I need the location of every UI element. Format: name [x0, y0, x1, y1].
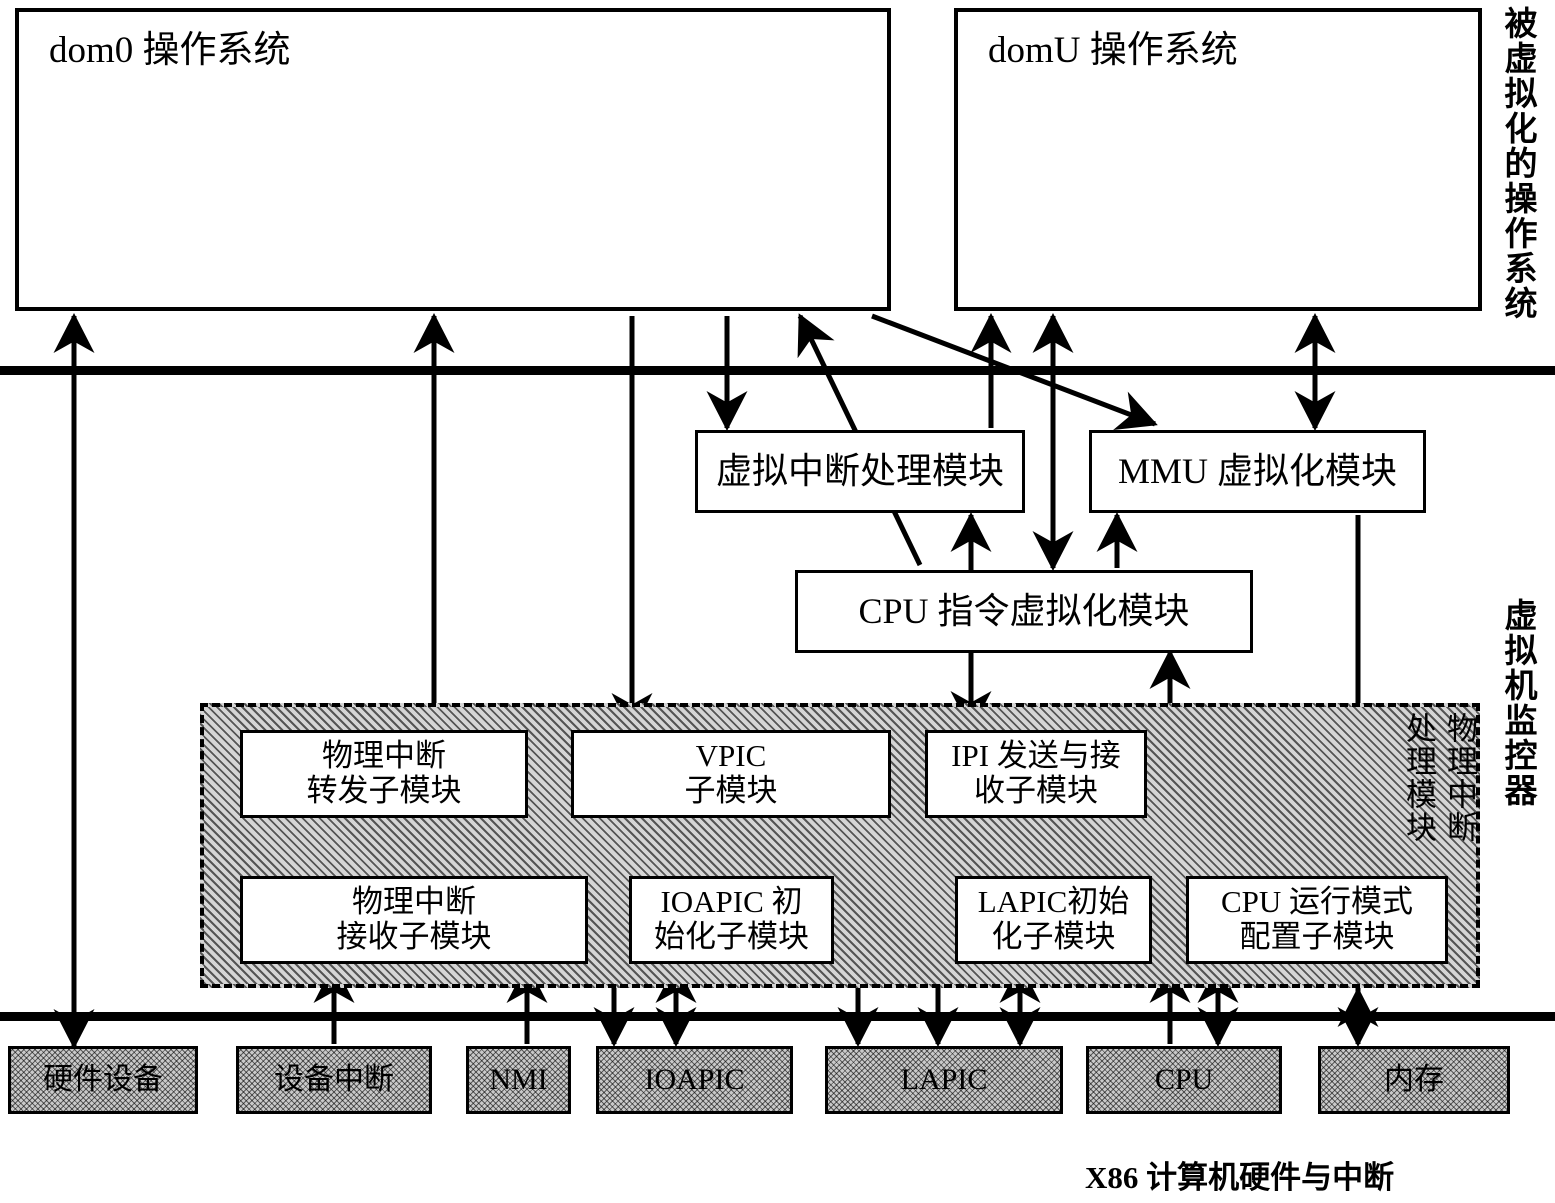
physical-interrupt-receive-submodule-box[interactable]: 物理中断 接收子模块: [240, 876, 588, 964]
hardware-device-label: 硬件设备: [43, 1063, 163, 1097]
lapic-box[interactable]: LAPIC: [825, 1046, 1063, 1114]
physical-interrupt-module-label-col-b: 物理中断: [1442, 712, 1477, 844]
cpu-instruction-module-box[interactable]: CPU 指令虚拟化模块: [795, 570, 1253, 653]
vmm-side-label: 虚拟机监控器: [1499, 598, 1535, 808]
physical-interrupt-forward-submodule-label: 物理中断 转发子模块: [306, 738, 462, 808]
virtual-interrupt-module-label: 虚拟中断处理模块: [715, 451, 1004, 492]
vpic-submodule-label: VPIC 子模块: [684, 738, 778, 808]
ipi-submodule-box[interactable]: IPI 发送与接 收子模块: [925, 730, 1147, 818]
mmu-virtualization-module-box[interactable]: MMU 虚拟化模块: [1089, 430, 1426, 513]
guest-vmm-divider: [0, 366, 1555, 375]
domU-box[interactable]: domU 操作系统: [954, 8, 1482, 311]
hardware-caption: X86 计算机硬件与中断: [1085, 1160, 1395, 1195]
dom0-box[interactable]: dom0 操作系统: [15, 8, 891, 311]
vpic-submodule-box[interactable]: VPIC 子模块: [571, 730, 891, 818]
ioapic-init-submodule-label: IOAPIC 初 始化子模块: [654, 884, 809, 954]
nmi-label: NMI: [489, 1063, 548, 1097]
virtual-interrupt-module-box[interactable]: 虚拟中断处理模块: [695, 430, 1025, 513]
cpu-mode-config-submodule-box[interactable]: CPU 运行模式 配置子模块: [1186, 876, 1448, 964]
cpu-box[interactable]: CPU: [1086, 1046, 1282, 1114]
domU-label: domU 操作系统: [988, 30, 1238, 71]
ioapic-init-submodule-box[interactable]: IOAPIC 初 始化子模块: [629, 876, 834, 964]
cpu-label: CPU: [1154, 1063, 1214, 1097]
lapic-init-submodule-label: LAPIC初始 化子模块: [977, 884, 1130, 954]
physical-interrupt-receive-submodule-label: 物理中断 接收子模块: [336, 884, 492, 954]
lapic-label: LAPIC: [900, 1063, 988, 1097]
nmi-box[interactable]: NMI: [466, 1046, 571, 1114]
memory-box[interactable]: 内存: [1318, 1046, 1510, 1114]
memory-label: 内存: [1384, 1063, 1444, 1097]
lapic-init-submodule-box[interactable]: LAPIC初始 化子模块: [955, 876, 1152, 964]
cpu-instruction-module-label: CPU 指令虚拟化模块: [858, 591, 1190, 632]
ioapic-label: IOAPIC: [644, 1063, 745, 1097]
physical-interrupt-module-label-col-a: 处理模块: [1401, 712, 1436, 844]
guest-os-side-label: 被虚拟化的操作系统: [1499, 6, 1535, 321]
hardware-device-box[interactable]: 硬件设备: [8, 1046, 198, 1114]
dom0-label: dom0 操作系统: [49, 30, 291, 71]
ioapic-box[interactable]: IOAPIC: [596, 1046, 793, 1114]
mmu-virtualization-module-label: MMU 虚拟化模块: [1117, 451, 1398, 492]
device-interrupt-box[interactable]: 设备中断: [236, 1046, 432, 1114]
cpu-mode-config-submodule-label: CPU 运行模式 配置子模块: [1220, 884, 1414, 954]
physical-interrupt-forward-submodule-box[interactable]: 物理中断 转发子模块: [240, 730, 528, 818]
ipi-submodule-label: IPI 发送与接 收子模块: [951, 738, 1121, 808]
vmm-hardware-divider: [0, 1012, 1555, 1021]
diagram-canvas: dom0 操作系统 domU 操作系统 虚拟中断处理模块 MMU 虚拟化模块 C…: [0, 0, 1555, 1203]
device-interrupt-label: 设备中断: [274, 1063, 394, 1097]
